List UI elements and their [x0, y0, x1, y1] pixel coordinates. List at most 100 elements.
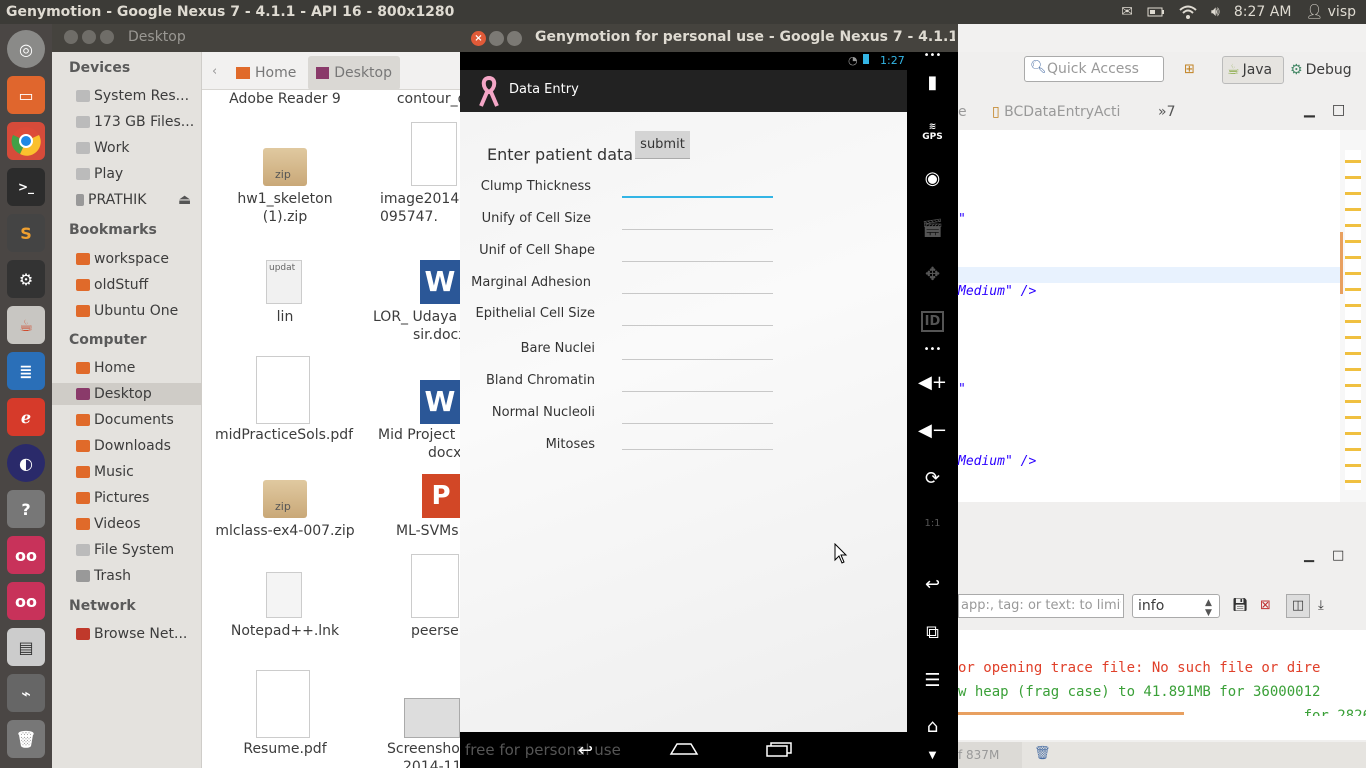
- zip-file-icon[interactable]: zip: [263, 148, 307, 186]
- gps-icon[interactable]: ≋ GPS: [907, 122, 958, 142]
- mitoses-input[interactable]: [622, 436, 773, 450]
- file-item[interactable]: Adobe Reader 9: [215, 90, 355, 108]
- path-home-button[interactable]: Home: [228, 56, 304, 90]
- bland-chromatin-input[interactable]: [622, 378, 773, 392]
- sidebar-item-browse-network[interactable]: Browse Net...: [76, 623, 200, 645]
- epithelial-cell-size-input[interactable]: [622, 312, 773, 326]
- word-file-icon[interactable]: W: [420, 260, 460, 304]
- log-level-select[interactable]: info ▲ ▼: [1132, 594, 1220, 618]
- usb-icon[interactable]: ⌁: [7, 674, 45, 712]
- chevron-down-icon[interactable]: ▼: [907, 750, 958, 761]
- sidebar-item-work[interactable]: Work: [76, 137, 200, 159]
- sidebar-item-oldstuff[interactable]: oldStuff: [76, 274, 200, 296]
- back-icon[interactable]: ↩: [907, 574, 958, 595]
- close-icon[interactable]: [64, 30, 78, 44]
- eclipse-icon[interactable]: ◐: [7, 444, 45, 482]
- open-perspective-icon[interactable]: ⊞: [1184, 62, 1195, 77]
- volume-icon[interactable]: 🔊︎: [1211, 4, 1220, 20]
- normal-nucleoli-input[interactable]: [622, 410, 773, 424]
- trash-icon[interactable]: 🗑︎: [7, 720, 45, 758]
- id-icon[interactable]: ID: [907, 311, 958, 332]
- battery-widget-icon[interactable]: ▮: [907, 72, 958, 93]
- logcat-console[interactable]: or opening trace file: No such file or d…: [958, 630, 1366, 740]
- tab-overflow[interactable]: »7: [1158, 104, 1175, 120]
- sublime-icon[interactable]: S: [7, 214, 45, 252]
- recent-apps-icon[interactable]: [765, 741, 793, 757]
- terminal-icon[interactable]: >_: [7, 168, 45, 206]
- document-file-icon[interactable]: [411, 554, 459, 618]
- menu-icon[interactable]: ☰: [907, 670, 958, 691]
- document-icon[interactable]: ≣: [7, 352, 45, 390]
- sidebar-item-music[interactable]: Music: [76, 461, 200, 483]
- webcam-icon[interactable]: ◉: [907, 168, 958, 189]
- maximize-icon[interactable]: □: [1332, 102, 1345, 118]
- submit-button[interactable]: submit: [635, 131, 690, 159]
- maximize-icon[interactable]: [507, 31, 522, 46]
- word-file-icon[interactable]: W: [420, 380, 460, 424]
- sidebar-item-documents[interactable]: Documents: [76, 409, 200, 431]
- sidebar-item-file-system[interactable]: File System: [76, 539, 200, 561]
- pdf-file-icon[interactable]: [256, 670, 310, 738]
- cell-size-input[interactable]: [622, 216, 773, 230]
- image-file-icon[interactable]: [411, 122, 457, 186]
- marginal-adhesion-input[interactable]: [622, 280, 773, 294]
- rotate-icon[interactable]: ⟳: [907, 468, 958, 489]
- workspace-icon[interactable]: ▤: [7, 628, 45, 666]
- genymotion-icon[interactable]: oo: [7, 582, 45, 620]
- java-icon[interactable]: ☕: [7, 306, 45, 344]
- clock[interactable]: 8:27 AM: [1234, 4, 1292, 20]
- eject-icon[interactable]: ⏏: [178, 192, 191, 208]
- sidebar-item-play[interactable]: Play: [76, 163, 200, 185]
- text-file-icon[interactable]: updat: [266, 260, 302, 304]
- sidebar-item-desktop[interactable]: Desktop: [52, 383, 202, 405]
- sidebar-item-ubuntu-one[interactable]: Ubuntu One: [76, 300, 200, 322]
- powerpoint-file-icon[interactable]: P: [422, 474, 460, 518]
- maximize-icon[interactable]: □: [1332, 548, 1344, 563]
- volume-up-icon[interactable]: ◀+: [907, 372, 958, 393]
- capture-icon[interactable]: 🎬︎: [907, 218, 958, 239]
- clear-log-icon[interactable]: ⊠: [1260, 598, 1271, 613]
- volume-down-icon[interactable]: ◀−: [907, 420, 958, 441]
- overview-ruler[interactable]: [1340, 130, 1366, 502]
- sidebar-item-home[interactable]: Home: [76, 357, 200, 379]
- minimize-icon[interactable]: ▁: [1304, 102, 1315, 118]
- bare-nuclei-input[interactable]: [622, 346, 773, 360]
- pdf-icon[interactable]: ℯ: [7, 398, 45, 436]
- screenshot-file-icon[interactable]: [404, 698, 460, 738]
- minimize-icon[interactable]: ▁: [1304, 548, 1314, 563]
- garbage-collect-icon[interactable]: 🗑︎: [1034, 746, 1051, 761]
- code-editor[interactable]: " Medium" /> " Medium" />: [958, 130, 1340, 502]
- tool-icon[interactable]: ⚙: [7, 260, 45, 298]
- wifi-icon[interactable]: [1179, 5, 1197, 19]
- user-menu[interactable]: 👤︎ visp: [1305, 4, 1356, 20]
- sidebar-item-files-drive[interactable]: 173 GB Files...: [76, 111, 200, 133]
- cell-shape-input[interactable]: [622, 248, 773, 262]
- home-icon[interactable]: [669, 742, 699, 756]
- tab-partial[interactable]: e: [958, 104, 967, 120]
- battery-icon[interactable]: [1147, 7, 1165, 17]
- java-perspective-button[interactable]: ☕ Java: [1222, 56, 1284, 84]
- quick-access-field[interactable]: 🔍︎ Quick Access: [1024, 56, 1164, 82]
- zip-file-icon[interactable]: zip: [263, 480, 307, 518]
- back-icon[interactable]: ↩: [578, 740, 593, 761]
- recent-apps-icon[interactable]: ⧉: [907, 622, 958, 643]
- file-icon[interactable]: [266, 572, 302, 618]
- tab-bcdataentryactivity[interactable]: ▯ BCDataEntryActi: [992, 104, 1120, 120]
- toggle-view-icon[interactable]: ◫: [1286, 594, 1310, 618]
- minimize-icon[interactable]: [82, 30, 96, 44]
- scroll-lock-icon[interactable]: ⤓: [1318, 598, 1324, 613]
- help-icon[interactable]: ?: [7, 490, 45, 528]
- sidebar-item-system-reserved[interactable]: System Res...: [76, 85, 200, 107]
- save-icon[interactable]: 💾︎: [1232, 598, 1249, 613]
- move-icon[interactable]: ✥: [907, 264, 958, 285]
- ratio-icon[interactable]: 1:1: [907, 518, 958, 529]
- heap-status[interactable]: f 837M: [958, 742, 1022, 768]
- dash-home-icon[interactable]: ◎: [7, 30, 45, 68]
- minimize-icon[interactable]: [489, 31, 504, 46]
- sidebar-item-videos[interactable]: Videos: [76, 513, 200, 535]
- chrome-icon[interactable]: [7, 122, 45, 160]
- sidebar-item-workspace[interactable]: workspace: [76, 248, 200, 270]
- close-icon[interactable]: ×: [471, 31, 486, 46]
- sidebar-item-downloads[interactable]: Downloads: [76, 435, 200, 457]
- debug-perspective-button[interactable]: ⚙ Debug: [1288, 56, 1366, 84]
